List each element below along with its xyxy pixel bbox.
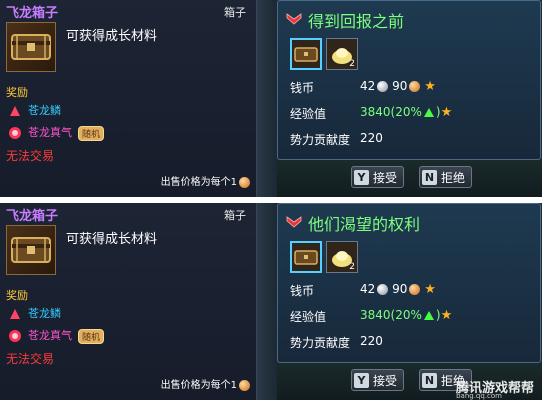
copper-coin-icon xyxy=(239,379,250,391)
reward-slot-essence[interactable]: 2 xyxy=(326,241,358,273)
money-copper: 90 xyxy=(392,282,408,296)
untradeable-label: 无法交易 xyxy=(6,149,55,163)
star-icon: ★ xyxy=(440,105,453,120)
exp-amount: 3840(20% xyxy=(360,105,422,119)
reward-item-scale: 苍龙鳞 xyxy=(8,305,61,321)
background-gutter xyxy=(257,203,277,400)
accept-label: 接受 xyxy=(373,170,398,185)
slot-count: 2 xyxy=(349,262,355,272)
sell-price: 出售价格为每个1 xyxy=(161,376,250,391)
exp-row: 经验值 3840(20%)★ xyxy=(290,308,452,325)
star-icon: ★ xyxy=(424,79,436,94)
accept-button[interactable]: Y 接受 xyxy=(351,166,405,188)
copper-coin-icon xyxy=(409,284,421,295)
contribution-value: 220 xyxy=(360,131,383,145)
copper-coin-icon xyxy=(409,81,421,92)
exp-value: 3840(20%)★ xyxy=(360,105,452,120)
reward-slot-chest[interactable] xyxy=(290,241,322,273)
money-row: 钱币 42 90 ★ xyxy=(290,282,436,299)
item-description: 可获得成长材料 xyxy=(66,29,158,44)
quest-emblem-icon xyxy=(286,13,302,25)
item-description: 可获得成长材料 xyxy=(66,232,158,247)
exp-label: 经验值 xyxy=(290,107,327,121)
reward-item-scale: 苍龙鳞 xyxy=(8,102,61,118)
sell-price: 出售价格为每个1 xyxy=(161,173,250,188)
slot-count: 2 xyxy=(349,59,355,69)
reward-label: 苍龙鳞 xyxy=(28,307,61,320)
accept-button[interactable]: Y 接受 xyxy=(351,369,405,391)
silver-coin-icon xyxy=(377,81,389,92)
silver-coin-icon xyxy=(377,284,389,295)
contribution-label: 势力贡献度 xyxy=(290,336,351,350)
reject-hotkey: N xyxy=(422,169,437,185)
sell-price-text: 出售价格为每个1 xyxy=(160,177,237,188)
money-value: 42 90 ★ xyxy=(360,282,436,297)
copper-coin-icon xyxy=(239,176,250,188)
reward-label: 苍龙真气 xyxy=(28,126,72,139)
accept-label: 接受 xyxy=(373,373,398,388)
accept-hotkey: Y xyxy=(354,372,369,388)
reject-button[interactable]: N 拒绝 xyxy=(419,166,473,188)
random-badge: 随机 xyxy=(78,328,105,344)
contribution-row: 势力贡献度 220 xyxy=(290,131,383,148)
quest-reward-panel: 得到回报之前 2 钱币 42 90 ★ 经验值 3840(20%)★ 势力贡献度… xyxy=(277,0,542,197)
money-label: 钱币 xyxy=(290,284,315,298)
exp-value: 3840(20%)★ xyxy=(360,308,452,323)
reject-label: 拒绝 xyxy=(441,170,466,185)
money-silver: 42 xyxy=(360,282,376,296)
dragon-essence-icon xyxy=(8,329,22,343)
dragon-scale-icon xyxy=(8,307,22,321)
contribution-row: 势力贡献度 220 xyxy=(290,334,383,351)
reward-slot-essence[interactable]: 2 xyxy=(326,38,358,70)
chest-icon xyxy=(6,225,56,275)
quest-title: 他们渴望的权利 xyxy=(308,215,421,234)
exp-row: 经验值 3840(20%)★ xyxy=(290,105,452,122)
dragon-scale-icon xyxy=(8,104,22,118)
reward-heading: 奖励 xyxy=(6,289,28,302)
contribution-label: 势力贡献度 xyxy=(290,133,351,147)
screen-bottom: 飞龙箱子 箱子 可获得成长材料 奖励 苍龙鳞 苍龙真气 随机 无法交易 出售价格为… xyxy=(0,203,542,400)
screen-top: 飞龙箱子 箱子 可获得成长材料 奖励 苍龙鳞 苍龙真气 随机 无法交易 出售价格为… xyxy=(0,0,542,197)
item-name: 飞龙箱子 xyxy=(6,6,59,21)
star-icon: ★ xyxy=(424,282,436,297)
reward-label: 苍龙真气 xyxy=(28,329,72,342)
reward-label: 苍龙鳞 xyxy=(28,104,61,117)
quest-panel-body: 他们渴望的权利 2 钱币 42 90 ★ 经验值 3840(20%)★ 势力贡献… xyxy=(277,203,541,363)
exp-amount: 3840(20% xyxy=(360,308,422,322)
exp-label: 经验值 xyxy=(290,310,327,324)
item-type: 箱子 xyxy=(224,209,246,222)
random-badge: 随机 xyxy=(78,125,105,141)
quest-reward-panel: 他们渴望的权利 2 钱币 42 90 ★ 经验值 3840(20%)★ 势力贡献… xyxy=(277,203,542,400)
item-tooltip: 飞龙箱子 箱子 可获得成长材料 奖励 苍龙鳞 苍龙真气 随机 无法交易 出售价格为… xyxy=(0,203,257,400)
arrow-up-icon xyxy=(423,108,434,117)
background-gutter xyxy=(257,0,277,197)
quest-panel-body: 得到回报之前 2 钱币 42 90 ★ 经验值 3840(20%)★ 势力贡献度… xyxy=(277,0,541,160)
money-copper: 90 xyxy=(392,79,408,93)
arrow-up-icon xyxy=(423,311,434,320)
sell-price-text: 出售价格为每个1 xyxy=(160,380,237,391)
dragon-essence-icon xyxy=(8,126,22,140)
reward-heading: 奖励 xyxy=(6,86,28,99)
item-type: 箱子 xyxy=(224,6,246,19)
money-silver: 42 xyxy=(360,79,376,93)
chest-icon xyxy=(6,22,56,72)
untradeable-label: 无法交易 xyxy=(6,352,55,366)
watermark-site: bang.qq.com xyxy=(456,392,502,400)
star-icon: ★ xyxy=(440,308,453,323)
item-name: 飞龙箱子 xyxy=(6,209,59,224)
reward-item-essence: 苍龙真气 随机 xyxy=(8,327,105,344)
money-label: 钱币 xyxy=(290,81,315,95)
money-value: 42 90 ★ xyxy=(360,79,436,94)
reject-hotkey: N xyxy=(422,372,437,388)
item-tooltip: 飞龙箱子 箱子 可获得成长材料 奖励 苍龙鳞 苍龙真气 随机 无法交易 出售价格为… xyxy=(0,0,257,197)
quest-emblem-icon xyxy=(286,216,302,228)
contribution-value: 220 xyxy=(360,334,383,348)
background-strip xyxy=(277,160,542,197)
accept-hotkey: Y xyxy=(354,169,369,185)
reward-slot-chest[interactable] xyxy=(290,38,322,70)
reward-item-essence: 苍龙真气 随机 xyxy=(8,124,105,141)
quest-title: 得到回报之前 xyxy=(308,12,405,31)
money-row: 钱币 42 90 ★ xyxy=(290,79,436,96)
